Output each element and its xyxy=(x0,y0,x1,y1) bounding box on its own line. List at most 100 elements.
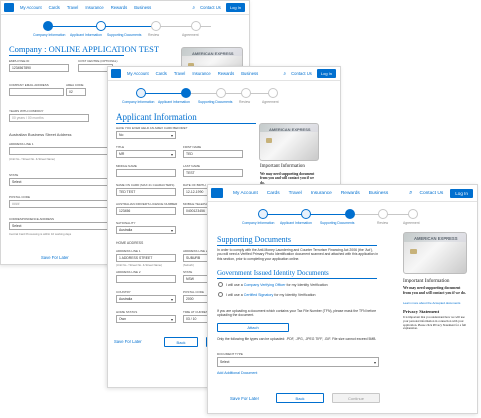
step-label: Supporting Documents xyxy=(198,100,233,104)
login-button[interactable]: Log In xyxy=(450,188,473,198)
nav-business[interactable]: Business xyxy=(241,71,258,76)
save-for-later-link[interactable]: Save For Later xyxy=(230,396,259,401)
company-email-label: COMPANY EMAIL ADDRESS xyxy=(9,83,49,87)
middle-name-label: MIDDLE NAME xyxy=(116,164,137,168)
step-applicant-information xyxy=(301,209,311,219)
step-applicant-information xyxy=(96,21,106,31)
nav-insurance[interactable]: Insurance xyxy=(192,71,210,76)
nav-rewards[interactable]: Rewards xyxy=(111,5,128,10)
certified-signatory-link[interactable]: Certified Signatory xyxy=(244,293,274,297)
nav-business[interactable]: Business xyxy=(134,5,151,10)
contact-us-link[interactable]: Contact Us xyxy=(200,5,221,10)
step-label: Applicant Information xyxy=(280,221,312,225)
licence-input[interactable]: 123456 xyxy=(116,207,176,215)
area-code-input[interactable]: 02 xyxy=(66,88,86,96)
top-nav: My Account Cards Travel Insurance Reward… xyxy=(1,1,249,15)
login-button[interactable]: Log In xyxy=(225,3,245,12)
nav-travel[interactable]: Travel xyxy=(174,71,185,76)
business-address-heading: Australian Business Street Address xyxy=(9,132,72,137)
attach-button[interactable]: Attach xyxy=(217,323,289,332)
radio1-pre: I will use a xyxy=(226,283,243,287)
country-select[interactable]: Australia xyxy=(116,295,176,303)
state-label: STATE xyxy=(183,270,193,274)
save-for-later-link[interactable]: Save For Later xyxy=(114,339,142,344)
nav-cards[interactable]: Cards xyxy=(267,191,280,196)
search-icon[interactable]: ⌕ xyxy=(283,71,286,77)
address-line-1-input[interactable]: 1 ADDRESS STREET xyxy=(116,254,176,262)
amex-logo[interactable] xyxy=(111,69,121,78)
verifying-officer-link[interactable]: Company Verifying Officer xyxy=(244,283,286,287)
page-title: Supporting Documents xyxy=(217,235,291,244)
progress-steps: Company Information Applicant Informatio… xyxy=(108,88,340,108)
document-type-label: DOCUMENT TYPE xyxy=(217,352,243,356)
nav-insurance[interactable]: Insurance xyxy=(85,5,103,10)
save-for-later-link[interactable]: Save For Later xyxy=(41,255,69,260)
privacy-statement-title: Privacy Statement xyxy=(403,309,440,314)
contact-us-link[interactable]: Contact Us xyxy=(419,191,443,196)
step-company-information xyxy=(43,21,53,31)
nationality-select[interactable]: Australia xyxy=(116,226,176,234)
held-card-select[interactable]: No xyxy=(116,131,176,139)
country-label: COUNTRY xyxy=(116,290,131,294)
address-line-1b-label: ADDRESS LINE 2 xyxy=(183,249,208,253)
nav-rewards[interactable]: Rewards xyxy=(218,71,235,76)
important-info-body: We may need supporting document from you… xyxy=(403,286,466,295)
state-label: STATE xyxy=(9,173,19,177)
nav-my-account[interactable]: My Account xyxy=(20,5,42,10)
nav-business[interactable]: Business xyxy=(369,191,388,196)
nav-cards[interactable]: Cards xyxy=(49,5,60,10)
amex-logo[interactable] xyxy=(4,3,14,12)
nav-my-account[interactable]: My Account xyxy=(127,71,149,76)
search-icon[interactable]: ⌕ xyxy=(192,5,195,11)
address-line-2-input[interactable] xyxy=(116,275,176,283)
correspondence-address-select[interactable]: Select xyxy=(9,222,119,230)
add-document-link[interactable]: Add Additional Document xyxy=(217,371,257,375)
postal-code-label: POSTAL CODE xyxy=(183,290,205,294)
held-card-question: HAVE YOU EVER HELD AN AMEX CARD BEFORE? xyxy=(116,126,188,130)
name-on-card-input[interactable]: TED TEST xyxy=(116,188,176,196)
continue-button[interactable]: Continue xyxy=(332,393,380,403)
search-icon[interactable]: ⌕ xyxy=(409,190,412,197)
nav-my-account[interactable]: My Account xyxy=(233,191,258,196)
card-brand-text: AMERICAN EXPRESS xyxy=(414,236,458,241)
step-label: Company Information xyxy=(33,33,66,37)
postal-code-input[interactable]: #### xyxy=(9,200,119,208)
login-button[interactable]: Log In xyxy=(316,69,336,78)
back-button[interactable]: Back xyxy=(164,337,198,347)
amex-logo[interactable] xyxy=(211,188,223,198)
nav-travel[interactable]: Travel xyxy=(67,5,78,10)
last-name-input[interactable]: TEST xyxy=(183,169,243,177)
page-title: Company : ONLINE APPLICATION TEST xyxy=(9,44,160,54)
nav-travel[interactable]: Travel xyxy=(289,191,302,196)
state-select[interactable]: Select xyxy=(9,178,119,186)
nav-cards[interactable]: Cards xyxy=(156,71,167,76)
years-with-company-input[interactable]: 00 years / 00 months xyxy=(9,114,89,122)
nav-insurance[interactable]: Insurance xyxy=(311,191,332,196)
employee-id-input[interactable]: 1234567890 xyxy=(9,64,69,72)
step-label: Company Information xyxy=(242,221,275,225)
accepted-documents-link[interactable]: Learn more about the Accepted documents xyxy=(403,301,460,305)
radio-verifying-officer[interactable] xyxy=(218,282,223,287)
document-type-select[interactable]: Select xyxy=(217,357,379,367)
nav-rewards[interactable]: Rewards xyxy=(341,191,360,196)
middle-name-input[interactable] xyxy=(116,169,176,177)
back-button[interactable]: Back xyxy=(276,393,324,403)
radio-certified-signatory[interactable] xyxy=(218,292,223,297)
step-agreement xyxy=(408,209,418,219)
home-address-heading: HOME ADDRESS xyxy=(116,241,144,245)
first-name-input[interactable]: TED xyxy=(183,150,243,158)
name-on-card-label: NAME ON CARD (max 21 characters) xyxy=(116,183,175,187)
step-company-information xyxy=(258,209,268,219)
contact-us-link[interactable]: Contact Us xyxy=(291,71,312,76)
home-status-select[interactable]: Own xyxy=(116,315,176,323)
title-select[interactable]: MR xyxy=(116,150,176,158)
address-line-1-input[interactable] xyxy=(9,147,119,155)
step-agreement xyxy=(268,88,278,98)
step-label: Applicant Information xyxy=(70,33,102,37)
company-email-input[interactable] xyxy=(9,88,64,96)
top-nav: My Account Cards Travel Insurance Reward… xyxy=(208,185,477,202)
radio2-post: for my Identity Verification xyxy=(274,293,316,297)
step-label: Agreement xyxy=(262,100,279,104)
intro-text: In order to comply with the Anti-Money L… xyxy=(217,248,379,261)
address-line-1-label: ADDRESS LINE 1 xyxy=(116,249,141,253)
